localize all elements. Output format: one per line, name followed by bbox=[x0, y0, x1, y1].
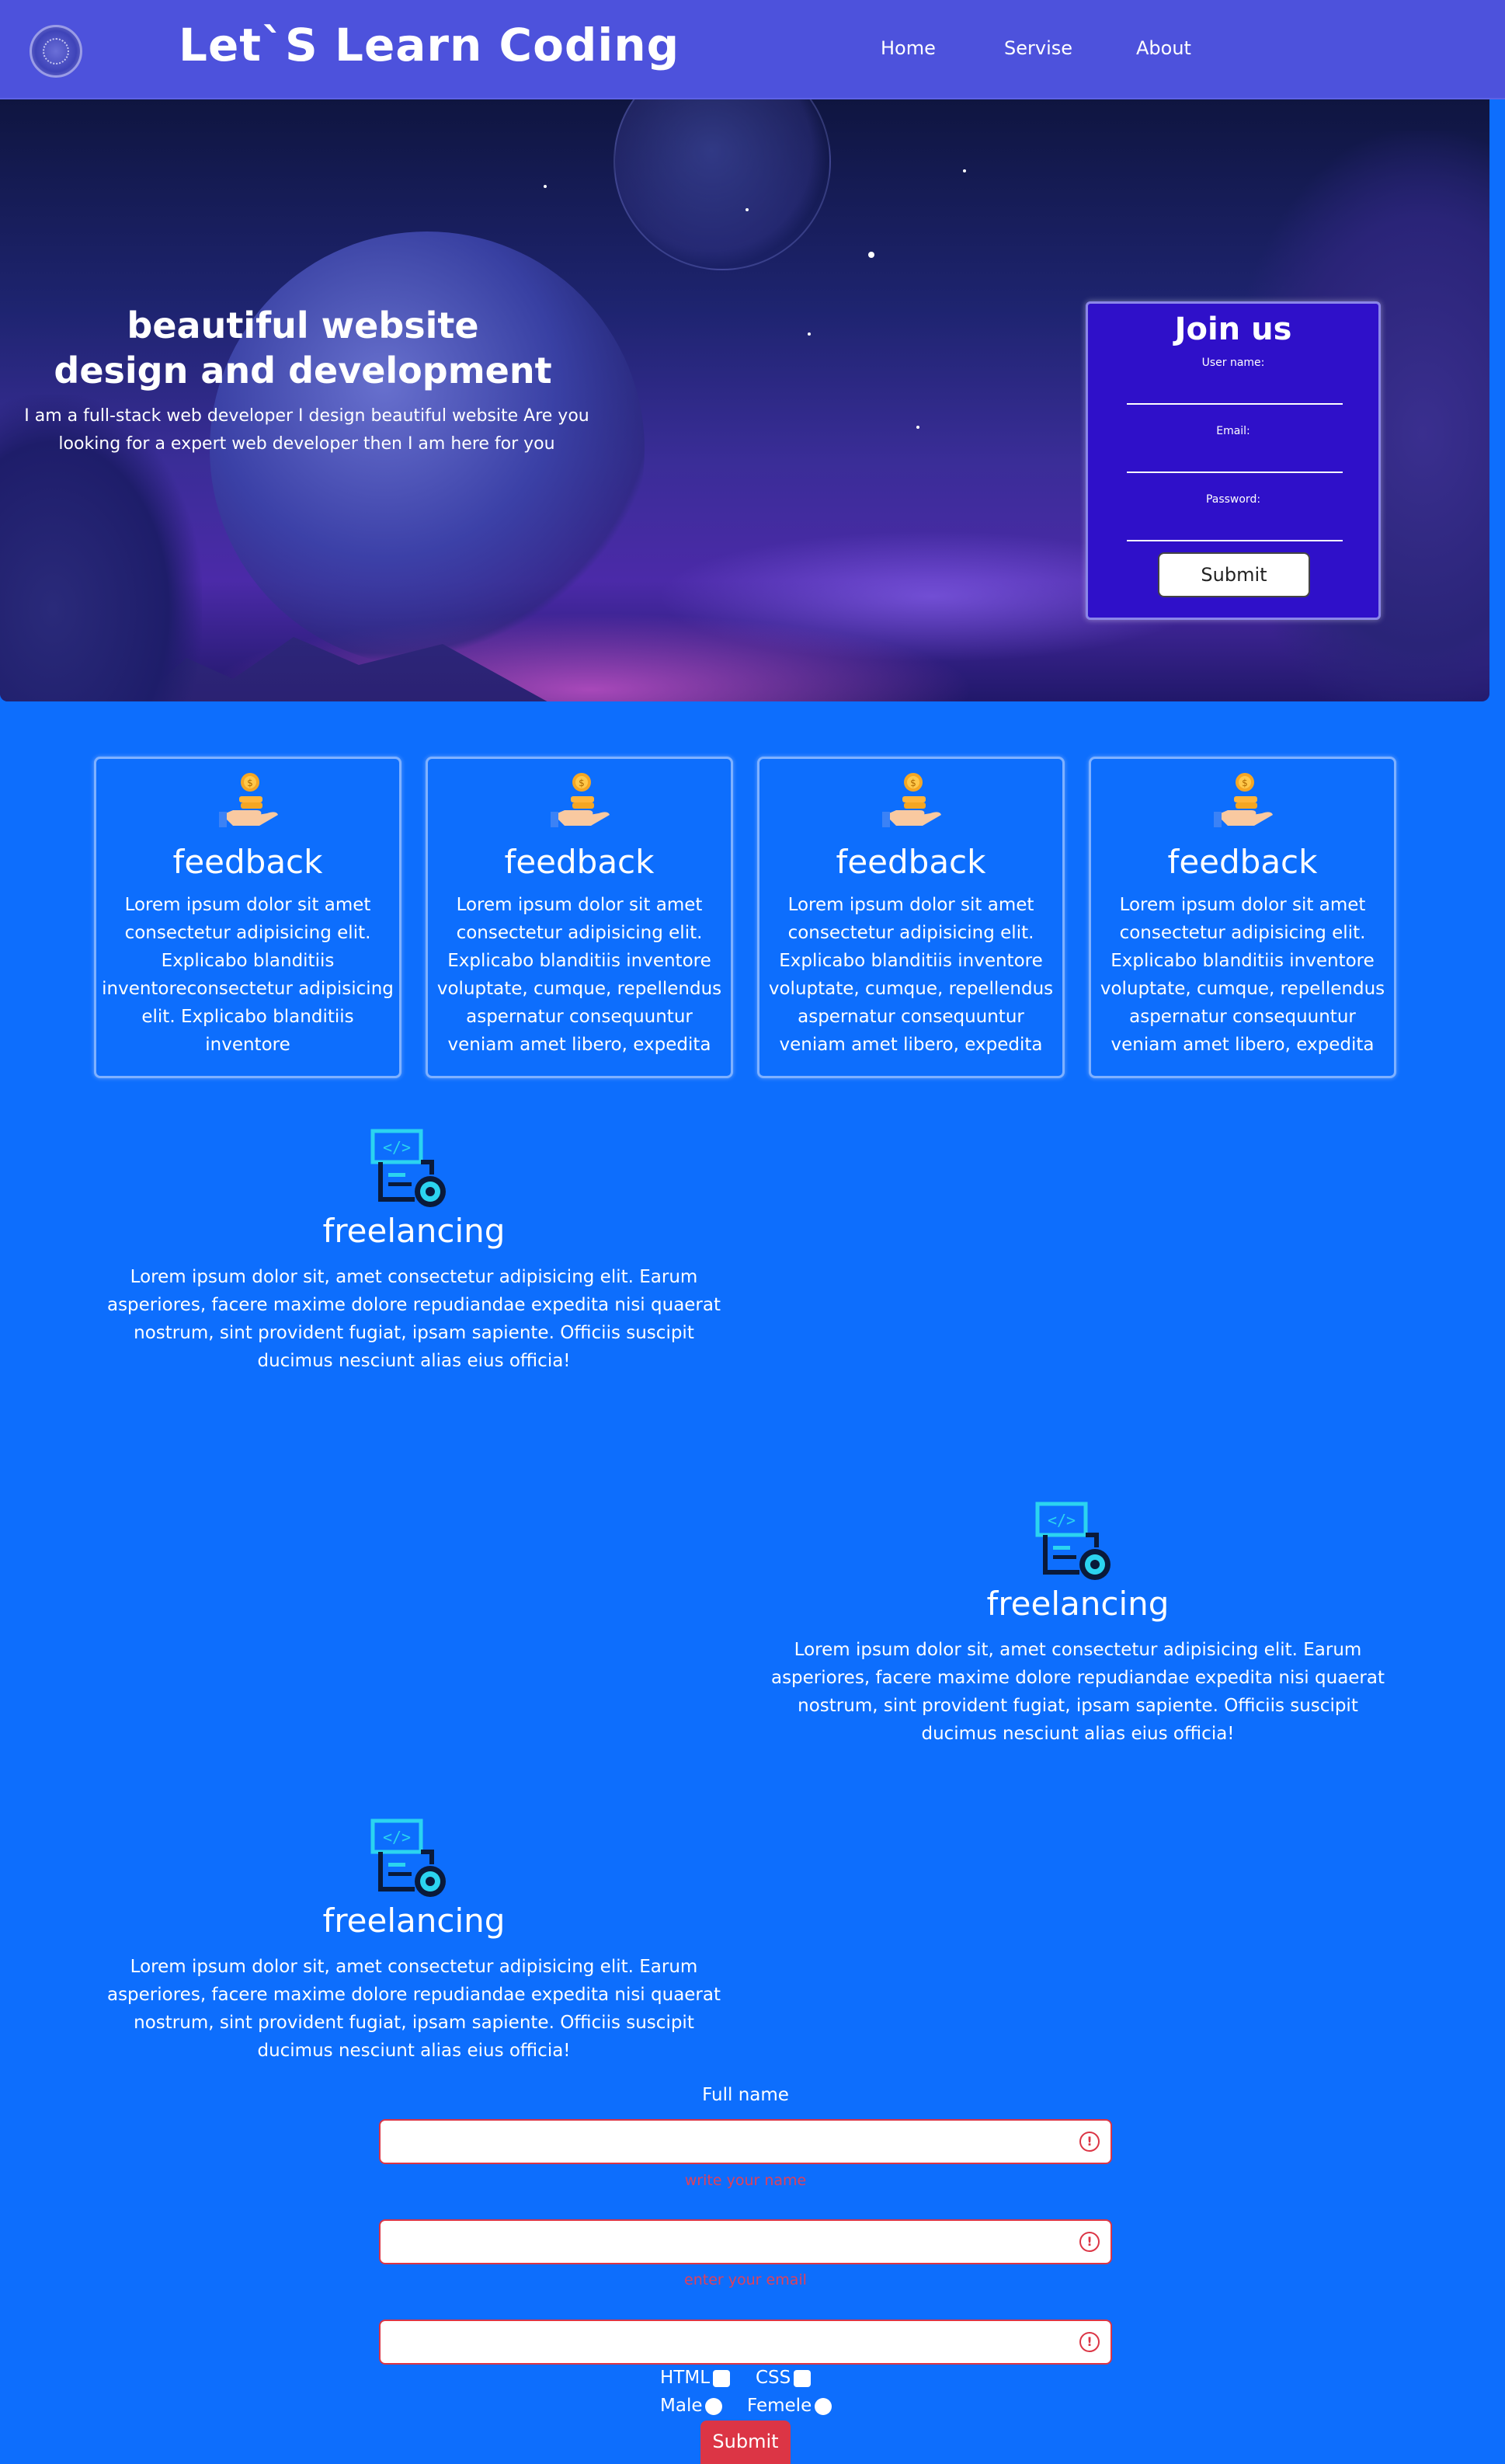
join-us-form: Join us User name: Email: Password: Subm… bbox=[1086, 301, 1381, 620]
coin-hand-icon: $ bbox=[219, 773, 278, 827]
logo-emblem[interactable] bbox=[30, 25, 82, 78]
css-checkbox-label: CSS bbox=[756, 2368, 791, 2388]
html-checkbox-label: HTML bbox=[660, 2368, 711, 2388]
hero-star bbox=[746, 208, 749, 211]
password-input[interactable] bbox=[1127, 510, 1343, 541]
css-checkbox-row: CSS bbox=[756, 2368, 812, 2388]
code-settings-icon: </> bbox=[1035, 1502, 1111, 1580]
freelancing-text: Lorem ipsum dolor sit, amet consectetur … bbox=[106, 1957, 721, 2061]
exclamation-circle-icon: ! bbox=[1079, 2232, 1100, 2252]
email-label: Email: bbox=[1216, 425, 1250, 437]
logo-emblem-ring bbox=[43, 38, 69, 64]
feedback-title: feedback bbox=[172, 843, 323, 881]
female-radio-row: Femele bbox=[747, 2396, 832, 2416]
feedback-card: $ feedback Lorem ipsum dolor sit amet co… bbox=[1089, 757, 1396, 1078]
feedback-card: $ feedback Lorem ipsum dolor sit amet co… bbox=[426, 757, 733, 1078]
name-invalid-feedback: write your name bbox=[684, 2172, 807, 2189]
coin-hand-icon: $ bbox=[551, 773, 610, 827]
feedback-card: $ feedback Lorem ipsum dolor sit amet co… bbox=[757, 757, 1065, 1078]
exclamation-circle-icon: ! bbox=[1079, 2132, 1100, 2152]
female-radio-label: Femele bbox=[747, 2396, 812, 2416]
feedback-title: feedback bbox=[836, 843, 986, 881]
join-submit-button[interactable]: Submit bbox=[1158, 552, 1310, 597]
feedback-text: Lorem ipsum dolor sit amet consectetur a… bbox=[102, 895, 394, 1055]
feedback-card: $ feedback Lorem ipsum dolor sit amet co… bbox=[94, 757, 401, 1078]
full-name-input[interactable]: ! bbox=[379, 2119, 1112, 2164]
coin-hand-icon: $ bbox=[1214, 773, 1273, 827]
feedback-text: Lorem ipsum dolor sit amet consectetur a… bbox=[768, 895, 1054, 1055]
hero-title-line1: beautiful website bbox=[127, 305, 479, 346]
email-invalid-feedback: enter your email bbox=[684, 2271, 807, 2288]
svg-text:$: $ bbox=[579, 778, 585, 788]
male-radio[interactable] bbox=[705, 2397, 723, 2415]
nav-link-servise[interactable]: Servise bbox=[1004, 37, 1072, 59]
feedback-title: feedback bbox=[504, 843, 655, 881]
username-input[interactable] bbox=[1127, 374, 1343, 405]
freelancing-title: freelancing bbox=[986, 1585, 1170, 1623]
username-label: User name: bbox=[1201, 357, 1265, 369]
third-input-field[interactable]: ! bbox=[379, 2320, 1112, 2365]
hero-star bbox=[868, 252, 874, 258]
hero-banner: beautiful website design and development… bbox=[0, 99, 1489, 701]
join-title: Join us bbox=[1174, 311, 1292, 347]
navbar: Let`S Learn Coding Home Servise About bbox=[0, 0, 1505, 99]
svg-text:</>: </> bbox=[1048, 1511, 1076, 1530]
form-submit-button[interactable]: Submit bbox=[700, 2420, 791, 2464]
freelancing-title: freelancing bbox=[322, 1902, 506, 1940]
password-label: Password: bbox=[1205, 493, 1261, 506]
exclamation-circle-icon: ! bbox=[1079, 2332, 1100, 2352]
feedback-text: Lorem ipsum dolor sit amet consectetur a… bbox=[436, 895, 722, 1055]
hero-star bbox=[808, 332, 811, 336]
hero-star bbox=[963, 169, 966, 172]
freelancing-text: Lorem ipsum dolor sit, amet consectetur … bbox=[106, 1267, 721, 1371]
email-field[interactable]: ! bbox=[379, 2219, 1112, 2264]
coin-hand-icon: $ bbox=[882, 773, 941, 827]
svg-text:</>: </> bbox=[383, 1828, 411, 1846]
male-radio-label: Male bbox=[660, 2396, 703, 2416]
html-checkbox-row: HTML bbox=[660, 2368, 731, 2388]
svg-text:</>: </> bbox=[383, 1138, 411, 1157]
feedback-text: Lorem ipsum dolor sit amet consectetur a… bbox=[1100, 895, 1385, 1055]
brand-title[interactable]: Let`S Learn Coding bbox=[179, 19, 680, 71]
hero-star bbox=[916, 426, 919, 429]
svg-text:$: $ bbox=[910, 778, 916, 788]
hero-moon-decoration bbox=[613, 99, 831, 270]
full-name-label: Full name bbox=[702, 2085, 789, 2105]
male-radio-row: Male bbox=[660, 2396, 723, 2416]
css-checkbox[interactable] bbox=[794, 2369, 812, 2387]
female-radio[interactable] bbox=[815, 2397, 832, 2415]
hero-star bbox=[544, 185, 547, 188]
hero-description: I am a full-stack web developer I design… bbox=[24, 406, 589, 454]
feedback-title: feedback bbox=[1167, 843, 1318, 881]
svg-text:$: $ bbox=[247, 778, 253, 788]
hero-title-line2: design and development bbox=[54, 350, 552, 392]
nav-link-home[interactable]: Home bbox=[881, 37, 936, 59]
nav-link-about[interactable]: About bbox=[1136, 37, 1191, 59]
html-checkbox[interactable] bbox=[713, 2369, 731, 2387]
code-settings-icon: </> bbox=[370, 1818, 446, 1897]
svg-text:$: $ bbox=[1242, 778, 1248, 788]
code-settings-icon: </> bbox=[370, 1129, 446, 1207]
freelancing-title: freelancing bbox=[322, 1212, 506, 1250]
email-input[interactable] bbox=[1127, 442, 1343, 473]
freelancing-text: Lorem ipsum dolor sit, amet consectetur … bbox=[770, 1640, 1385, 1744]
